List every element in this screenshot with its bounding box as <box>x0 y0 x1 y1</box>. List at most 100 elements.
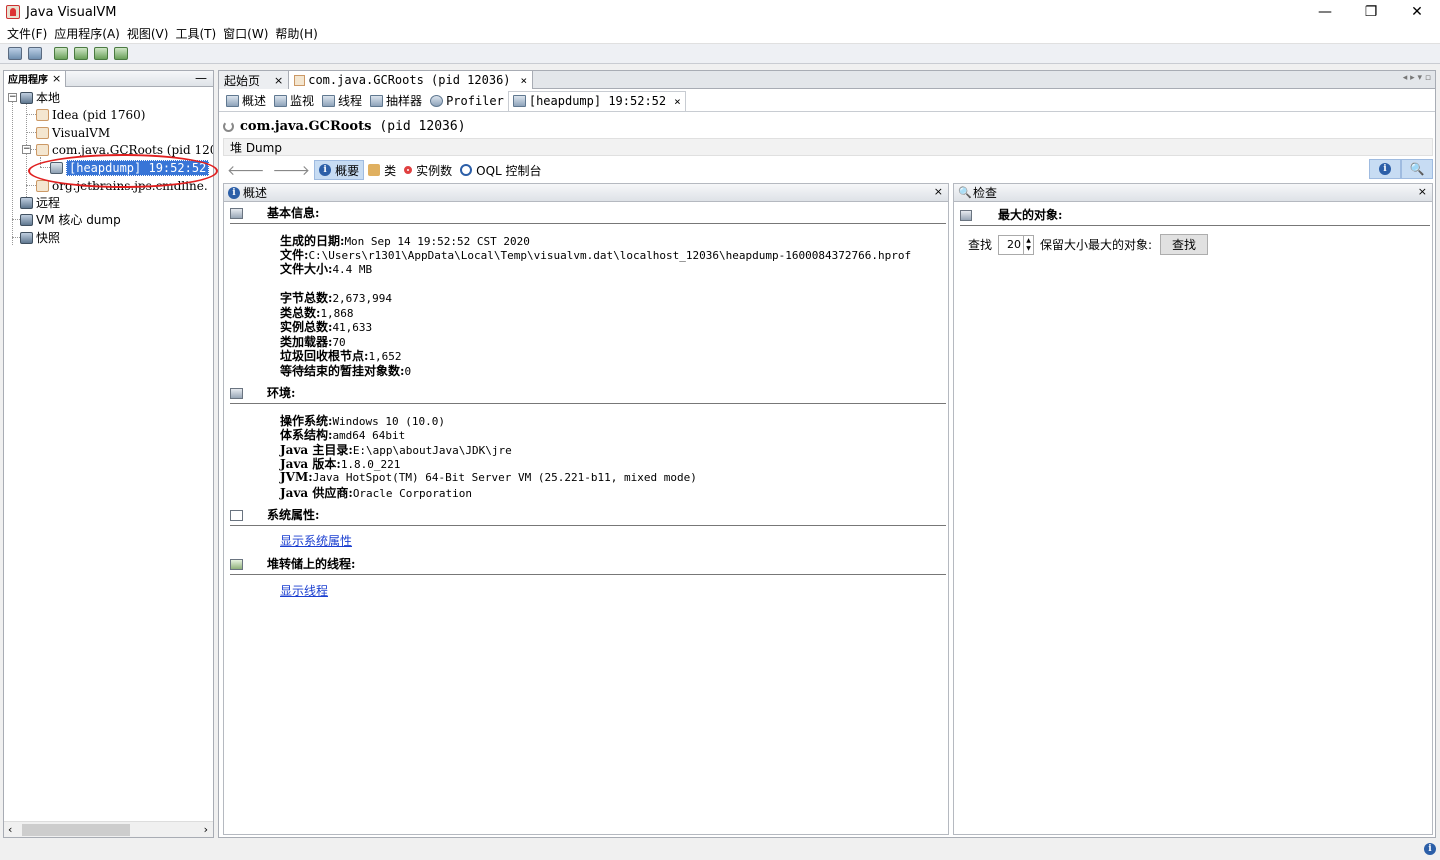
close-icon[interactable]: × <box>274 74 283 87</box>
tab-start-page[interactable]: 起始页 × <box>219 71 290 89</box>
tree-node-remote[interactable]: 远程 <box>20 194 60 211</box>
tab-sampler[interactable]: 抽样器 <box>366 91 426 111</box>
classes-view-button[interactable]: 类 <box>364 160 400 180</box>
menu-view[interactable]: 视图(V) <box>124 25 172 42</box>
section-title: 环境: <box>267 386 296 400</box>
info-icon: i <box>228 186 240 199</box>
applications-tab-label: 应用程序 <box>8 75 48 86</box>
info-row-pending-finalization: 等待结束的暂挂对象数:0 <box>280 362 411 379</box>
window-controls: — ❐ ✕ <box>1302 0 1440 24</box>
info-row-filesize: 文件大小:4.4 MB <box>280 260 372 277</box>
forward-arrow-icon[interactable]: 🡒 <box>273 162 311 179</box>
tab-label: com.java.GCRoots (pid 12036) <box>308 73 511 87</box>
find-biggest-objects-row: 查找 20 ▲ ▼ 保留大小最大的对象: 查找 <box>968 234 1209 255</box>
close-icon[interactable]: × <box>934 185 943 198</box>
heap-dump-icon[interactable] <box>54 47 68 60</box>
show-system-properties-link[interactable]: 显示系统属性 <box>280 532 352 549</box>
inspect-search-button[interactable]: 🔍 <box>1401 159 1433 179</box>
inspect-objects-icon <box>960 210 972 221</box>
button-label: OQL 控制台 <box>476 163 542 178</box>
threads-icon <box>322 94 336 107</box>
monitor-icon <box>274 94 288 107</box>
process-title: com.java.GCRoots (pid 12036) <box>223 119 466 134</box>
close-icon[interactable]: × <box>521 74 528 87</box>
env-value: Oracle Corporation <box>352 487 473 500</box>
view-tabs: 概述 监视 线程 抽样器 Profiler [heapdump] 19:52:5… <box>219 90 1435 112</box>
search-icon: 🔍 <box>958 185 972 199</box>
instances-view-button[interactable]: 实例数 <box>400 160 456 180</box>
tab-threads[interactable]: 线程 <box>318 91 366 111</box>
scroll-right-icon[interactable]: › <box>204 822 208 838</box>
tree-node-vm-core[interactable]: VM 核心 dump <box>20 211 121 228</box>
idea-app-icon <box>36 108 49 121</box>
search-icon: 🔍 <box>1409 162 1425 176</box>
load-snapshot-icon[interactable] <box>28 47 42 60</box>
tree-node-visualvm[interactable]: VisualVM <box>36 124 110 141</box>
scrollbar-thumb[interactable] <box>22 824 130 836</box>
collapse-gcroots-toggle[interactable]: − <box>22 145 31 154</box>
collapse-local-toggle[interactable]: − <box>8 93 17 102</box>
spinner-arrows-icon[interactable]: ▲ ▼ <box>1023 235 1033 254</box>
info-icon: i <box>1379 163 1391 175</box>
scroll-left-icon[interactable]: ‹ <box>8 822 12 838</box>
tree-node-label: Idea (pid 1760) <box>52 107 146 122</box>
application-snapshot-icon[interactable] <box>114 47 128 60</box>
object-count-spinner[interactable]: 20 ▲ ▼ <box>998 234 1035 255</box>
menu-file[interactable]: 文件(F) <box>4 25 50 42</box>
tab-navigation-icon[interactable]: ◂ ▸ ▾ ▫ <box>1403 73 1431 83</box>
info-value: C:\Users\r1301\AppData\Local\Temp\visual… <box>308 249 912 262</box>
computer-icon <box>20 91 33 104</box>
minimize-panel-button[interactable]: — <box>195 71 207 85</box>
tab-profiler[interactable]: Profiler <box>426 91 508 111</box>
environment-header: 环境: <box>230 384 946 404</box>
object-count-value[interactable]: 20 <box>1007 238 1023 251</box>
heap-dump-label: 堆 Dump <box>230 140 282 155</box>
profiler-snapshot-icon[interactable] <box>94 47 108 60</box>
system-properties-header: 系统属性: <box>230 506 946 526</box>
oql-console-button[interactable]: OQL 控制台 <box>456 160 545 180</box>
menu-applications[interactable]: 应用程序(A) <box>51 25 123 42</box>
main-content: 起始页 × com.java.GCRoots (pid 12036) × ◂ ▸… <box>218 70 1436 838</box>
back-arrow-icon[interactable]: 🡐 <box>227 162 265 179</box>
menu-help[interactable]: 帮助(H) <box>272 25 320 42</box>
add-jmx-connection-icon[interactable] <box>8 47 22 60</box>
button-label: 类 <box>384 163 397 178</box>
close-window-button[interactable]: ✕ <box>1394 0 1440 24</box>
close-icon[interactable]: × <box>1418 185 1427 198</box>
inspect-pane-header: 🔍 检查 × <box>954 184 1432 202</box>
biggest-objects-header: 最大的对象: <box>960 206 1430 226</box>
restore-button[interactable]: ❐ <box>1348 0 1394 24</box>
tab-overview[interactable]: 概述 <box>222 91 270 111</box>
notification-info-icon[interactable]: i <box>1424 843 1436 855</box>
minimize-button[interactable]: — <box>1302 0 1348 24</box>
tab-gcroots[interactable]: com.java.GCRoots (pid 12036) × <box>289 71 534 89</box>
menu-window[interactable]: 窗口(W) <box>220 25 271 42</box>
process-name: com.java.GCRoots <box>240 119 372 134</box>
details-info-button[interactable]: i <box>1369 159 1401 179</box>
tree-node-local[interactable]: 本地 <box>20 89 60 106</box>
show-threads-link[interactable]: 显示线程 <box>280 582 328 599</box>
close-icon[interactable]: × <box>52 72 61 85</box>
tree-node-snapshots[interactable]: 快照 <box>20 229 60 246</box>
find-button[interactable]: 查找 <box>1160 234 1209 255</box>
tab-applications[interactable]: 应用程序 × <box>4 70 67 87</box>
heap-dump-bar: 堆 Dump <box>223 138 1433 156</box>
remote-host-icon <box>20 196 33 209</box>
tree-node-label: 本地 <box>36 91 61 105</box>
environment-icon <box>230 388 243 399</box>
tab-monitor[interactable]: 监视 <box>270 91 318 111</box>
inspect-pane: 🔍 检查 × 最大的对象: 查找 20 ▲ ▼ 保留大小最大的对象: 查找 <box>953 183 1433 835</box>
horizontal-scrollbar[interactable]: ‹ › <box>4 821 213 837</box>
menu-tools[interactable]: 工具(T) <box>172 25 219 42</box>
info-key: 文件大小: <box>280 262 333 276</box>
info-key: 垃圾回收根节点: <box>280 349 369 363</box>
env-value: Java HotSpot(TM) 64-Bit Server VM (25.22… <box>312 471 697 484</box>
summary-view-button[interactable]: i 概要 <box>314 160 365 180</box>
thread-dump-icon[interactable] <box>74 47 88 60</box>
visualvm-app-icon <box>6 5 20 19</box>
close-icon[interactable]: × <box>674 95 681 108</box>
tree-node-idea[interactable]: Idea (pid 1760) <box>36 106 145 123</box>
tab-heapdump[interactable]: [heapdump] 19:52:52 × <box>507 90 686 111</box>
java-app-icon <box>294 74 306 86</box>
classes-icon <box>368 164 381 176</box>
